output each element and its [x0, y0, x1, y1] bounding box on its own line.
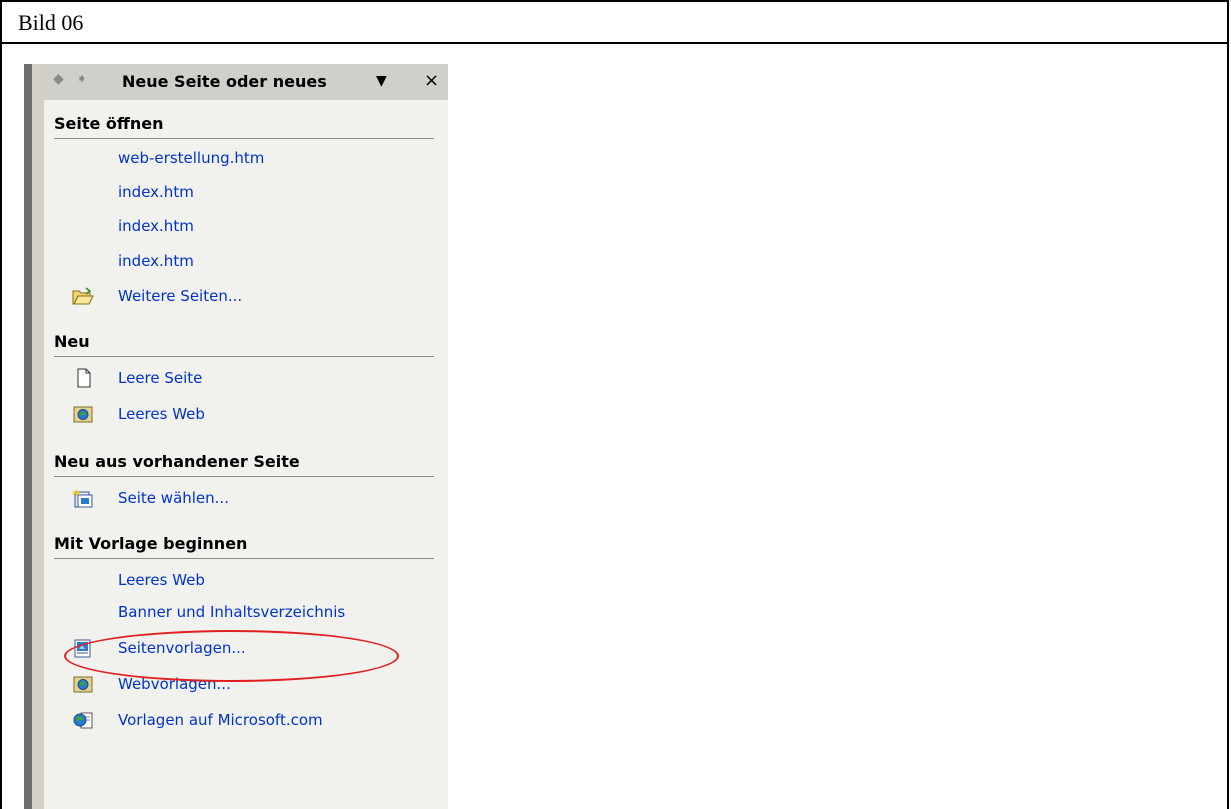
close-icon[interactable]: × [424, 70, 439, 91]
dropdown-triangle-icon[interactable]: ▼ [376, 73, 387, 89]
open-folder-icon [72, 287, 94, 305]
microsoft-templates-link[interactable]: Vorlagen auf Microsoft.com [44, 704, 448, 736]
more-pages-link[interactable]: Weitere Seiten... [44, 280, 448, 312]
choose-page-link[interactable]: Seite wählen... [44, 482, 448, 514]
recent-file-link[interactable]: index.htm [44, 176, 448, 208]
blank-page-link[interactable]: Leere Seite [44, 362, 448, 394]
recent-file-link[interactable]: index.htm [44, 210, 448, 242]
forward-arrow-icon[interactable]: ➧ [76, 71, 88, 87]
back-arrow-icon[interactable]: ◆ [53, 71, 64, 87]
task-pane: ◆ ➧ Neue Seite oder neues ▼ × Seite öffn… [44, 64, 448, 809]
task-pane-title: Neue Seite oder neues [122, 72, 327, 91]
figure-caption: Bild 06 [18, 10, 84, 35]
section-open-header: Seite öffnen [54, 112, 434, 139]
window-left-edge [24, 64, 32, 809]
web-globe-icon [73, 676, 93, 693]
template-banner-toc-link[interactable]: Banner und Inhaltsverzeichnis [44, 596, 448, 628]
section-from-existing-header: Neu aus vorhandener Seite [54, 450, 434, 477]
section-new-header: Neu [54, 330, 434, 357]
web-globe-icon [73, 406, 93, 423]
caption-row: Bild 06 [2, 2, 1227, 44]
task-pane-titlebar: ◆ ➧ Neue Seite oder neues ▼ × [44, 64, 448, 100]
online-globe-icon [73, 712, 93, 729]
window-left-border [32, 64, 44, 809]
new-from-existing-icon [72, 489, 93, 508]
blank-page-icon [77, 368, 91, 388]
recent-file-link[interactable]: index.htm [44, 245, 448, 277]
template-blank-web-link[interactable]: Leeres Web [44, 564, 448, 596]
highlight-oval [64, 630, 399, 682]
recent-file-link[interactable]: web-erstellung.htm [44, 142, 448, 174]
section-template-header: Mit Vorlage beginnen [54, 532, 434, 559]
blank-web-link[interactable]: Leeres Web [44, 398, 448, 430]
